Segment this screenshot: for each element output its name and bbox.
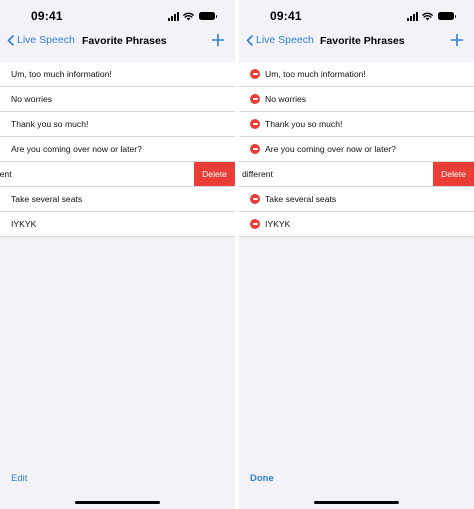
list-item-swiped[interactable]: erent Delete — [0, 162, 235, 187]
phrase-text: Are you coming over now or later? — [265, 144, 396, 154]
phrase-text: No worries — [265, 94, 307, 104]
navigation-bar: Live Speech Favorite Phrases — [0, 30, 235, 54]
phrase-text: IYKYK — [11, 219, 37, 229]
wifi-icon — [422, 12, 433, 20]
list-item[interactable]: Are you coming over now or later? — [0, 137, 235, 162]
phone-screen-left: 09:41 Live Speech Favorite Phrases Um, t… — [0, 0, 235, 509]
status-time: 09:41 — [31, 9, 63, 23]
phrase-text: IYKYK — [265, 219, 291, 229]
navigation-bar: Live Speech Favorite Phrases — [239, 30, 474, 54]
back-button[interactable]: Live Speech — [246, 34, 314, 46]
done-button[interactable]: Done — [250, 473, 274, 484]
page-title: Favorite Phrases — [320, 35, 405, 47]
phrase-text: Thank you so much! — [265, 119, 343, 129]
list-item[interactable]: Thank you so much! — [0, 112, 235, 137]
minus-circle-icon[interactable] — [250, 219, 260, 229]
phrase-text: Take several seats — [11, 194, 83, 204]
status-icons — [407, 10, 456, 22]
phrase-text: No worries — [11, 94, 53, 104]
list-item[interactable]: Thank you so much! — [239, 112, 474, 137]
minus-circle-icon[interactable] — [250, 94, 260, 104]
phrase-list: Um, too much information! No worries Tha… — [239, 62, 474, 237]
phrase-text: Um, too much information! — [265, 69, 366, 79]
status-bar: 09:41 — [239, 0, 474, 32]
edit-button[interactable]: Edit — [11, 473, 27, 484]
phrase-text: Take several seats — [265, 194, 337, 204]
list-item[interactable]: Take several seats — [0, 187, 235, 212]
minus-circle-icon[interactable] — [250, 144, 260, 154]
page-title: Favorite Phrases — [82, 35, 167, 47]
status-time: 09:41 — [270, 9, 302, 23]
list-item[interactable]: No worries — [239, 87, 474, 112]
phrase-text: erent — [0, 169, 12, 179]
phrase-text: Um, too much information! — [11, 69, 112, 79]
back-label: Live Speech — [17, 34, 75, 46]
back-label: Live Speech — [256, 34, 314, 46]
phrase-text: Are you coming over now or later? — [11, 144, 142, 154]
phrase-text: Thank you so much! — [11, 119, 89, 129]
chevron-left-icon — [7, 34, 14, 46]
status-bar: 09:41 — [0, 0, 235, 32]
back-button[interactable]: Live Speech — [7, 34, 75, 46]
delete-button[interactable]: Delete — [194, 162, 235, 186]
delete-button[interactable]: Delete — [433, 162, 474, 186]
list-item[interactable]: Take several seats — [239, 187, 474, 212]
chevron-left-icon — [246, 34, 253, 46]
cellular-signal-icon — [407, 11, 418, 21]
list-item[interactable]: IYKYK — [239, 212, 474, 237]
minus-circle-icon[interactable] — [250, 194, 260, 204]
cellular-signal-icon — [168, 11, 179, 21]
plus-icon[interactable] — [450, 33, 464, 47]
list-item[interactable]: Um, too much information! — [239, 62, 474, 87]
wifi-icon — [183, 12, 194, 20]
home-indicator[interactable] — [314, 501, 399, 504]
minus-circle-icon[interactable] — [250, 119, 260, 129]
plus-icon[interactable] — [211, 33, 225, 47]
list-item[interactable]: IYKYK — [0, 212, 235, 237]
list-item[interactable]: Um, too much information! — [0, 62, 235, 87]
list-item[interactable]: Are you coming over now or later? — [239, 137, 474, 162]
battery-icon — [438, 12, 456, 20]
list-item[interactable]: No worries — [0, 87, 235, 112]
home-indicator[interactable] — [75, 501, 160, 504]
list-item-swiped[interactable]: different Delete — [239, 162, 474, 187]
status-icons — [168, 10, 217, 22]
battery-icon — [199, 12, 217, 20]
phrase-text: different — [242, 169, 273, 179]
phone-screen-right: 09:41 Live Speech Favorite Phrases Um, t… — [239, 0, 474, 509]
minus-circle-icon[interactable] — [250, 69, 260, 79]
phrase-list: Um, too much information! No worries Tha… — [0, 62, 235, 237]
